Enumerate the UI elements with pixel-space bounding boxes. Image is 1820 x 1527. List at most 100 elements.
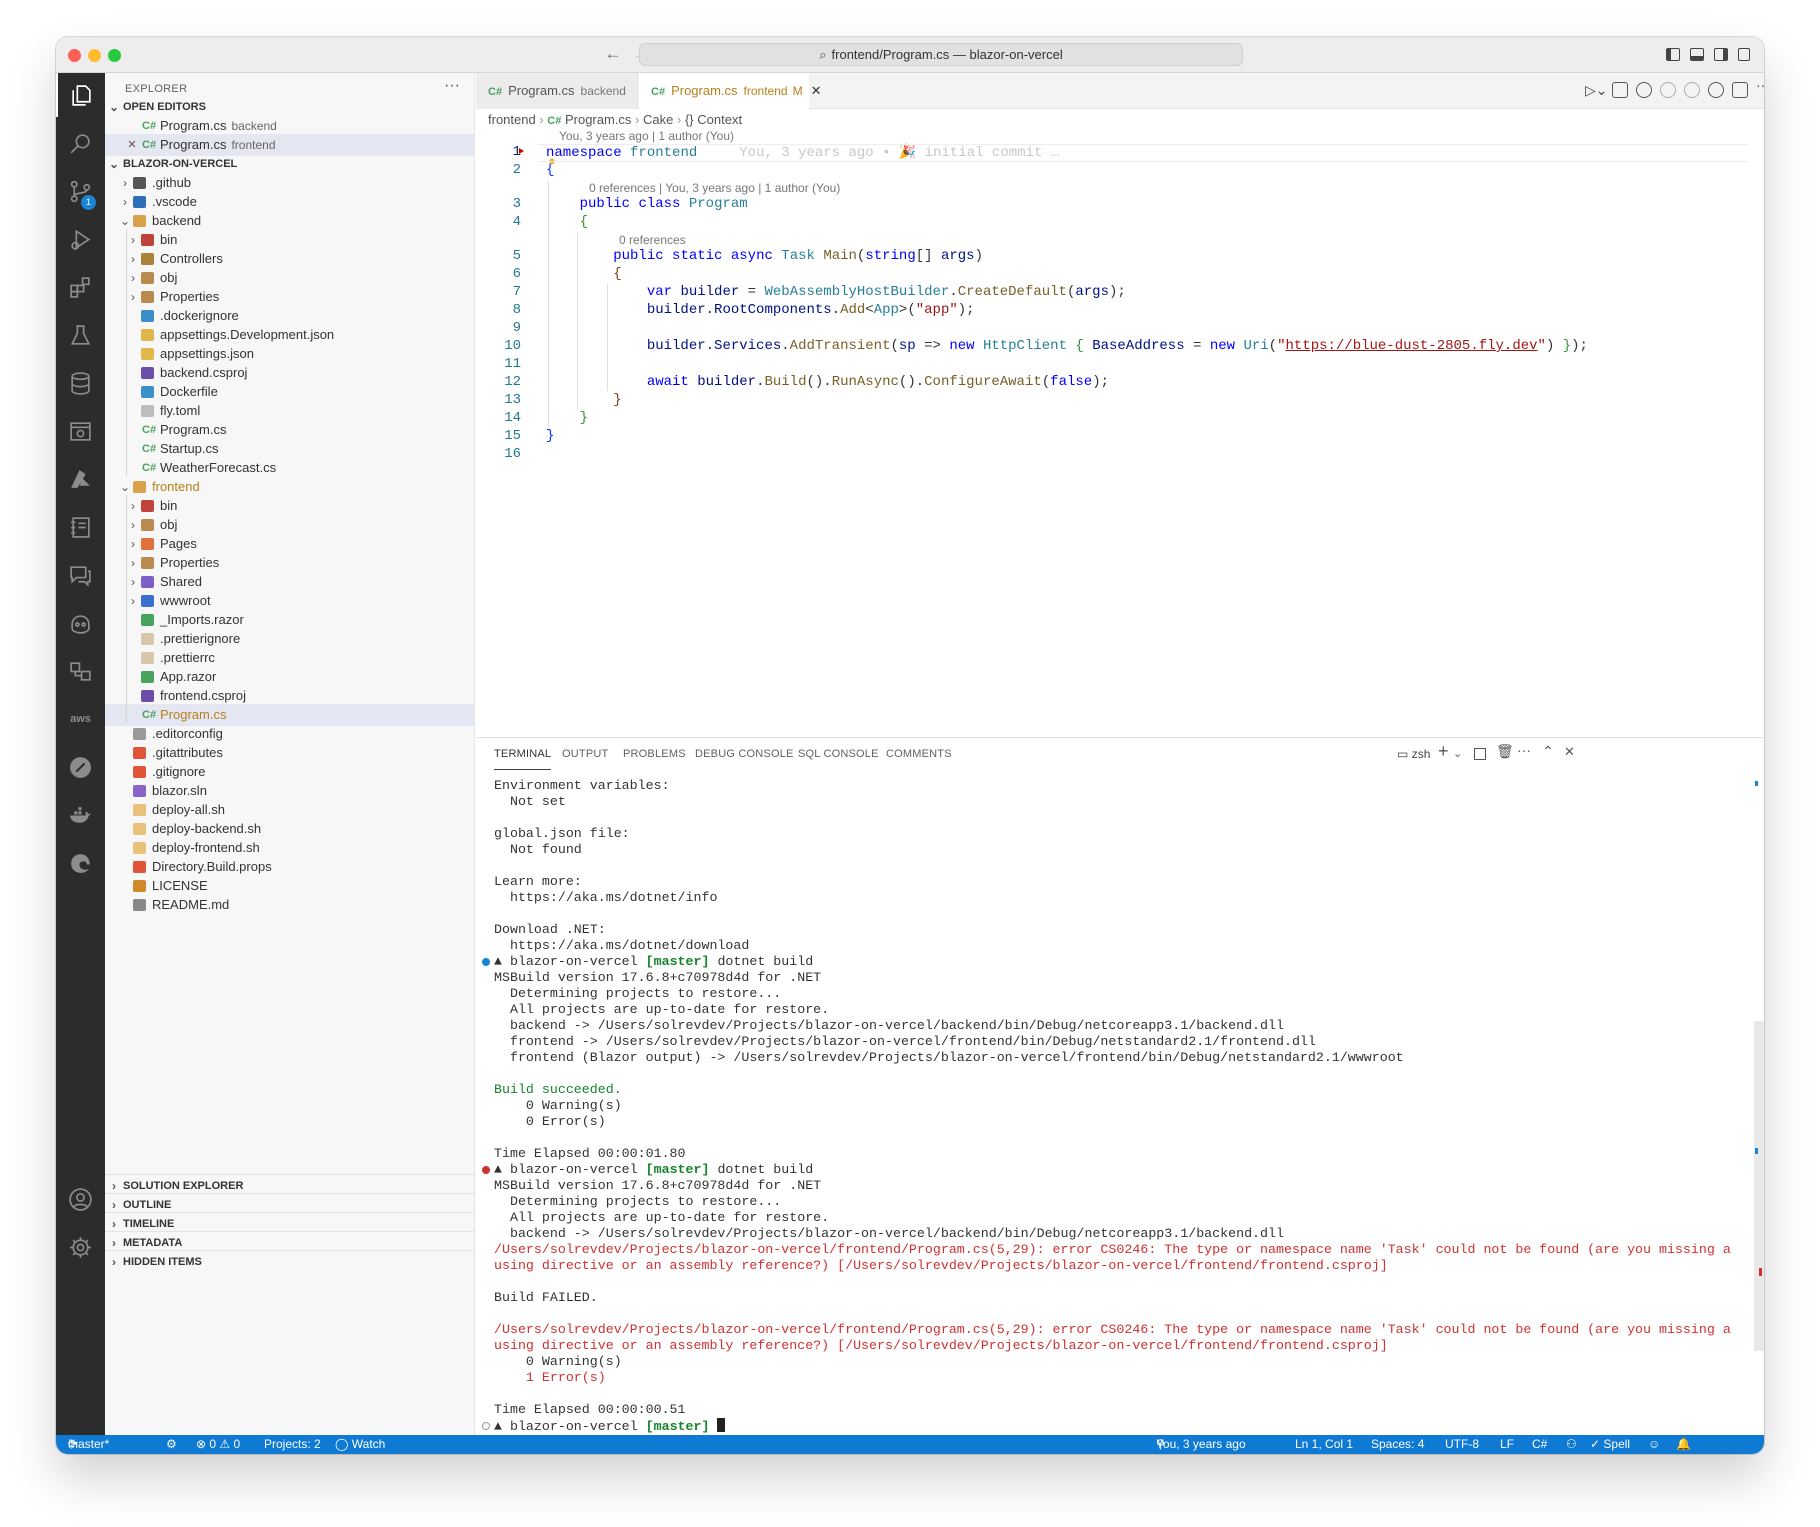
eol-status[interactable]: LF xyxy=(1500,1435,1514,1454)
close-tab-icon[interactable]: ✕ xyxy=(811,83,822,98)
language-mode[interactable]: C# xyxy=(1532,1435,1547,1454)
explorer-icon[interactable] xyxy=(56,73,105,117)
timeline-icon[interactable] xyxy=(1636,82,1652,98)
more-terminal-actions-icon[interactable]: ··· xyxy=(1517,742,1531,758)
collapsed-section[interactable]: › HIDDEN ITEMS xyxy=(105,1250,474,1272)
comments-icon[interactable] xyxy=(56,553,105,597)
terminal-text: 0 Warning(s) xyxy=(494,1098,622,1113)
edge-icon[interactable] xyxy=(56,841,105,885)
code-line-15: } xyxy=(546,428,555,444)
terminal-output[interactable]: Environment variables: Not set global.jso… xyxy=(482,778,1744,1434)
close-panel-icon[interactable]: ✕ xyxy=(1564,744,1575,760)
run-debug-icon[interactable] xyxy=(56,217,105,261)
spell-status[interactable]: ✓ Spell xyxy=(1590,1435,1630,1454)
remote-explorer-icon[interactable] xyxy=(56,409,105,453)
more-actions-icon[interactable]: ··· xyxy=(1756,77,1764,93)
breadcrumb-context[interactable]: {} Context xyxy=(685,112,742,127)
extensions-icon[interactable] xyxy=(56,265,105,309)
new-terminal-icon[interactable]: + xyxy=(1438,741,1449,762)
file-icon xyxy=(133,766,146,778)
terminal-dropdown-icon[interactable]: ⌄ xyxy=(1453,747,1462,760)
back-arrow-icon[interactable]: ← xyxy=(602,44,624,64)
toggle-panel-icon[interactable] xyxy=(1690,48,1704,61)
split-terminal-icon[interactable] xyxy=(1474,748,1486,760)
docker-icon[interactable] xyxy=(56,649,105,693)
toggle-secondary-sidebar-icon[interactable] xyxy=(1714,48,1728,61)
minimize-window-button[interactable] xyxy=(88,49,101,62)
maximize-panel-icon[interactable]: ⌃ xyxy=(1542,743,1554,760)
testing-icon[interactable] xyxy=(56,313,105,357)
close-window-button[interactable] xyxy=(68,49,81,62)
tab-terminal[interactable]: TERMINAL xyxy=(494,738,552,770)
source-control-icon[interactable]: 1 xyxy=(56,169,105,213)
url-link[interactable]: https://blue-dust-2805.fly.dev xyxy=(1285,338,1537,354)
file-icon xyxy=(133,842,146,854)
terminal-text: MSBuild version 17.6.8+c70978d4d for .NE… xyxy=(494,970,822,985)
notifications-icon[interactable]: 🔔 xyxy=(1676,1435,1691,1454)
sidebar-more-icon[interactable]: ··· xyxy=(444,77,460,95)
class-codelens[interactable]: 0 references | You, 3 years ago | 1 auth… xyxy=(589,181,840,195)
tab-problems[interactable]: PROBLEMS xyxy=(623,738,686,770)
folder-icon xyxy=(141,234,154,246)
gear-icon[interactable] xyxy=(56,1225,105,1269)
file-icon xyxy=(141,367,154,379)
toggle-primary-sidebar-icon[interactable] xyxy=(1666,48,1680,61)
git-icon[interactable] xyxy=(56,745,105,789)
problems-status[interactable]: ⊗ 0 ⚠ 0 xyxy=(196,1435,240,1454)
terminal-scrollbar[interactable] xyxy=(1754,1021,1764,1351)
command-decoration-icon[interactable] xyxy=(482,958,490,966)
breadcrumb-folder[interactable]: frontend xyxy=(488,112,536,127)
zoom-window-button[interactable] xyxy=(108,49,121,62)
next-change-icon[interactable] xyxy=(1684,82,1700,98)
previous-change-icon[interactable] xyxy=(1660,82,1676,98)
tab-program-frontend[interactable]: C# Program.cs frontend M ✕ xyxy=(639,73,821,109)
terminal-shell-selector[interactable]: ▭ zsh xyxy=(1397,747,1430,761)
breadcrumb-file[interactable]: Program.cs xyxy=(565,112,631,127)
tree-file[interactable]: README.md xyxy=(105,894,474,916)
tab-debug-console[interactable]: DEBUG CONSOLE xyxy=(695,738,794,770)
code-editor[interactable]: You, 3 years ago | 1 author (You) 123456… xyxy=(476,129,1764,737)
command-decoration-icon[interactable] xyxy=(482,1166,490,1174)
terminal-text: backend -> /Users/solrevdev/Projects/bla… xyxy=(494,1226,1284,1241)
customize-layout-icon[interactable] xyxy=(1738,48,1750,61)
database-icon[interactable] xyxy=(56,361,105,405)
notebook-icon[interactable] xyxy=(56,505,105,549)
split-editor-icon[interactable] xyxy=(1732,82,1748,98)
editor-tab-bar: C# Program.cs backend C# Program.cs frontend… xyxy=(476,73,1764,109)
tab-comments[interactable]: COMMENTS xyxy=(886,738,952,770)
line-number: 16 xyxy=(504,446,521,462)
folder-icon xyxy=(141,557,154,569)
search-icon[interactable] xyxy=(56,121,105,165)
watch-status[interactable]: ◯ Watch xyxy=(335,1435,385,1454)
kill-terminal-icon[interactable]: 🗑 xyxy=(1496,743,1514,760)
method-codelens[interactable]: 0 references xyxy=(619,233,686,247)
azure-icon[interactable] xyxy=(56,457,105,501)
debug-status-icon[interactable]: ⚙ xyxy=(166,1435,177,1454)
feedback-icon[interactable]: ☺ xyxy=(1648,1435,1660,1454)
git-compare-icon[interactable] xyxy=(1612,82,1628,98)
tab-sql-console[interactable]: SQL CONSOLE xyxy=(798,738,879,770)
command-decoration-icon[interactable] xyxy=(482,1422,490,1430)
cursor-position[interactable]: Ln 1, Col 1 xyxy=(1295,1435,1353,1454)
projects-status[interactable]: Projects: 2 xyxy=(264,1435,321,1454)
whale-icon[interactable] xyxy=(56,793,105,837)
terminal-text: 1 Error(s) xyxy=(494,1370,606,1385)
sync-icon[interactable]: ⟳ xyxy=(68,1435,78,1454)
indentation-status[interactable]: Spaces: 4 xyxy=(1371,1435,1424,1454)
tab-output[interactable]: OUTPUT xyxy=(562,738,608,770)
copilot-icon[interactable] xyxy=(56,601,105,645)
modified-flag: M xyxy=(792,84,803,98)
copilot-chat-icon[interactable] xyxy=(1708,82,1724,98)
breadcrumb-symbol[interactable]: Cake xyxy=(643,112,673,127)
blame-codelens[interactable]: You, 3 years ago | 1 author (You) xyxy=(559,129,734,143)
code-line-13: } xyxy=(613,392,622,408)
aws-icon[interactable]: aws xyxy=(56,697,105,741)
copilot-status-icon[interactable]: ⚇ xyxy=(1566,1435,1577,1454)
encoding-status[interactable]: UTF-8 xyxy=(1445,1435,1479,1454)
run-icon[interactable]: ▷⌄ xyxy=(1585,82,1608,98)
command-center[interactable]: ⌕ frontend/Program.cs — blazor-on-vercel xyxy=(639,43,1243,66)
account-icon[interactable] xyxy=(56,1177,105,1221)
tab-program-backend[interactable]: C# Program.cs backend xyxy=(476,73,638,109)
